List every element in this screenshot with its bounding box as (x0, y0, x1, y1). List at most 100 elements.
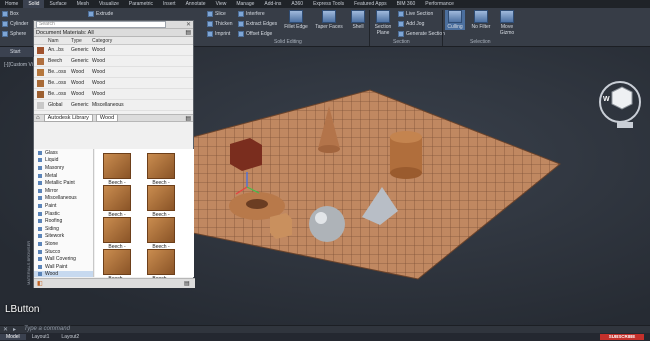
create-material-icon[interactable]: ◧ (37, 280, 43, 287)
viewcube-menu[interactable] (617, 122, 633, 128)
file-tab-start[interactable]: Start (0, 47, 34, 57)
tree-item[interactable]: Liquid (34, 157, 93, 165)
tab-solid[interactable]: Solid (23, 0, 45, 8)
tree-item[interactable]: Roofing (34, 217, 93, 225)
tab-annotate[interactable]: Annotate (181, 0, 211, 8)
tab-layout2[interactable]: Layout2 (55, 334, 85, 340)
material-row[interactable]: Be...oss Wood Wood (34, 78, 193, 89)
tab-insert[interactable]: Insert (158, 0, 181, 8)
tree-item[interactable]: Plastic (34, 210, 93, 218)
viewcube[interactable] (611, 86, 633, 110)
tree-item[interactable]: Stucco (34, 248, 93, 256)
extract-edges-button[interactable]: Extract Edges (238, 21, 277, 27)
material-row[interactable]: Be...oss Wood Wood (34, 67, 193, 78)
folder-icon (38, 211, 42, 216)
tree-item[interactable]: Masonry (34, 164, 93, 172)
tab-a360[interactable]: A360 (286, 0, 308, 8)
column-name[interactable]: Nam (48, 38, 71, 44)
tab-featured-apps[interactable]: Featured Apps (349, 0, 392, 8)
sphere-button[interactable]: Sphere (2, 31, 26, 37)
tab-express-tools[interactable]: Express Tools (308, 0, 349, 8)
material-search-input[interactable]: Search (36, 21, 166, 28)
taper-faces-icon (322, 10, 336, 23)
view-options-icon[interactable]: ▤ (185, 29, 191, 36)
library-view-icon[interactable]: ▤ (185, 115, 191, 122)
add-jog-button[interactable]: Add Jog (398, 21, 424, 27)
material-row[interactable]: Beech Generic Wood (34, 56, 193, 67)
tree-item[interactable]: Wall Paint (34, 263, 93, 271)
column-type[interactable]: Type (71, 38, 92, 44)
footer-menu-icon[interactable]: ▤ (184, 280, 190, 287)
tree-item[interactable]: Stone (34, 240, 93, 248)
folder-icon (38, 241, 42, 246)
tab-surface[interactable]: Surface (44, 0, 71, 8)
material-tile[interactable] (147, 217, 175, 243)
extract-edges-icon (238, 21, 244, 27)
tab-view[interactable]: View (211, 0, 232, 8)
column-category[interactable]: Category (92, 38, 142, 44)
material-tile[interactable] (103, 153, 131, 179)
subscribe-badge[interactable]: SUBSCRIBE (600, 334, 644, 340)
no-filter-button[interactable]: No Filter (468, 10, 494, 30)
live-section-button[interactable]: Live Section (398, 11, 433, 17)
imprint-button[interactable]: Imprint (207, 31, 230, 37)
material-tile[interactable] (103, 249, 131, 275)
tab-layout1[interactable]: Layout1 (26, 334, 56, 340)
tree-item[interactable]: Glass (34, 149, 93, 157)
tab-model[interactable]: Model (0, 334, 26, 340)
library-dropdown[interactable]: Autodesk Library (43, 114, 93, 122)
slice-button[interactable]: Slice (207, 11, 226, 17)
section-plane-button[interactable]: Section Plane (371, 10, 395, 36)
fillet-edge-button[interactable]: Fillet Edge (283, 10, 309, 30)
material-tile[interactable] (147, 153, 175, 179)
tree-item[interactable]: Siding (34, 225, 93, 233)
material-tile[interactable] (147, 185, 175, 211)
move-gizmo-button[interactable]: Move Gizmo (496, 10, 518, 36)
material-row[interactable]: Be...oss Wood Wood (34, 89, 193, 100)
tree-item[interactable]: Wood (34, 270, 93, 277)
tab-bim-360[interactable]: BIM 360 (392, 0, 421, 8)
tab-parametric[interactable]: Parametric (124, 0, 158, 8)
folder-icon (38, 158, 42, 163)
small-box-solid (270, 213, 292, 239)
command-input[interactable]: Type a command (24, 326, 70, 332)
offset-edge-button[interactable]: Offset Edge (238, 31, 272, 37)
command-close-icon[interactable]: ✕ (3, 326, 8, 333)
material-row[interactable]: Global Generic Miscellaneous (34, 100, 193, 111)
tab-visualize[interactable]: Visualize (94, 0, 124, 8)
tree-item-label: Masonry (45, 164, 65, 171)
material-tile[interactable] (103, 185, 131, 211)
box-button[interactable]: Box (2, 11, 19, 17)
extrude-icon (88, 11, 94, 17)
command-line[interactable]: ✕ ▸ Type a command (0, 325, 650, 333)
shell-button[interactable]: Shell (348, 10, 368, 30)
tree-item[interactable]: Miscellaneous (34, 195, 93, 203)
palette-close-icon[interactable]: ✕ (186, 21, 191, 28)
culling-button[interactable]: Culling (445, 10, 465, 30)
library-folder-dropdown[interactable]: Wood (95, 114, 119, 122)
home-icon[interactable]: ⌂ (36, 115, 40, 121)
taper-faces-button[interactable]: Taper Faces (314, 10, 344, 30)
interfere-button[interactable]: Interfere (238, 11, 265, 17)
cylinder-button[interactable]: Cylinder (2, 21, 28, 27)
tab-manage[interactable]: Manage (231, 0, 259, 8)
material-row[interactable]: An...bs Generic Wood (34, 45, 193, 56)
tree-item[interactable]: Metal (34, 172, 93, 180)
tab-performance[interactable]: Performance (420, 0, 459, 8)
tree-item[interactable]: Metallic Paint (34, 179, 93, 187)
document-materials-filter[interactable]: Document Materials: All (36, 30, 94, 36)
tree-item-label: Mirror (45, 187, 59, 194)
cylinder-top (390, 131, 422, 143)
material-tile[interactable] (103, 217, 131, 243)
tab-add-ins[interactable]: Add-ins (259, 0, 286, 8)
tree-item[interactable]: Paint (34, 202, 93, 210)
tree-item[interactable]: Wall Covering (34, 255, 93, 263)
generate-section-button[interactable]: Generate Section (398, 31, 445, 37)
tree-item[interactable]: Mirror (34, 187, 93, 195)
tab-home[interactable]: Home (0, 0, 23, 8)
thicken-button[interactable]: Thicken (207, 21, 233, 27)
tree-item[interactable]: Sitework (34, 233, 93, 241)
material-tile[interactable] (147, 249, 175, 275)
tab-mesh[interactable]: Mesh (72, 0, 94, 8)
extrude-button[interactable]: Extrude (88, 11, 113, 17)
